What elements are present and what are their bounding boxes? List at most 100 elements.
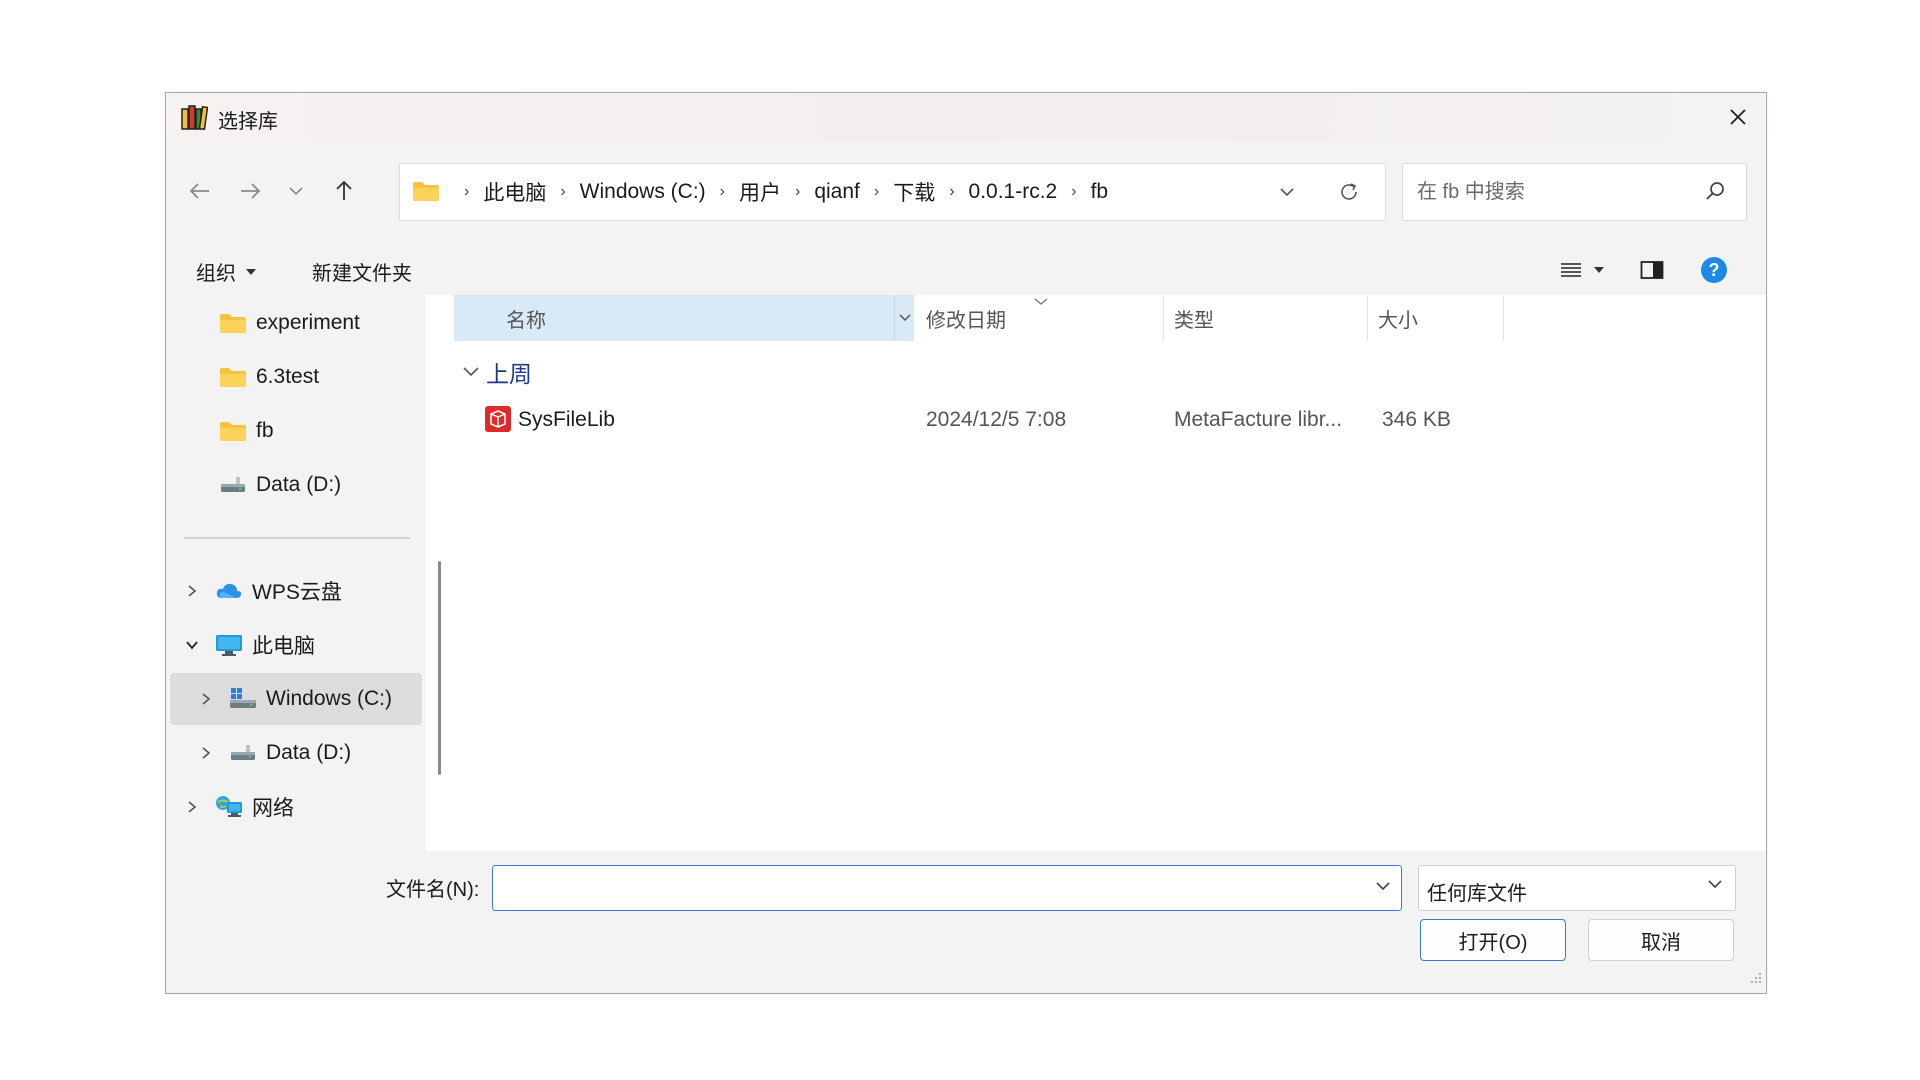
quick-item-6.3test[interactable]: 6.3test bbox=[218, 351, 319, 403]
quick-item-experiment[interactable]: experiment bbox=[218, 297, 360, 349]
caret-down-icon bbox=[1594, 267, 1604, 273]
preview-pane-button[interactable] bbox=[1636, 255, 1668, 285]
navigation-pane[interactable]: experiment 6.3test fb Data (D:) WPS云盘 此电… bbox=[166, 295, 426, 851]
breadcrumb-users[interactable]: 用户 bbox=[739, 177, 781, 207]
close-button[interactable] bbox=[1710, 93, 1766, 141]
library-file-icon bbox=[484, 405, 512, 433]
view-options-button[interactable] bbox=[1556, 255, 1610, 285]
new-folder-label: 新建文件夹 bbox=[312, 263, 412, 285]
chevron-down-icon bbox=[289, 187, 303, 196]
drive-icon bbox=[218, 472, 248, 498]
chevron-down-icon bbox=[1708, 880, 1722, 889]
navigation-bar: › 此电脑 › Windows (C:) › 用户 › qianf › 下载 ›… bbox=[166, 141, 1766, 245]
file-type-filter-value: 任何库文件 bbox=[1427, 883, 1527, 905]
tree-item-this-pc[interactable]: 此电脑 bbox=[182, 619, 315, 671]
filename-input[interactable] bbox=[493, 866, 1353, 909]
file-type: MetaFacture libr... bbox=[1174, 408, 1343, 431]
cancel-button-label: 取消 bbox=[1641, 931, 1681, 954]
cloud-icon bbox=[214, 578, 244, 604]
caret-down-icon bbox=[246, 268, 256, 275]
column-header-size[interactable]: 大小 bbox=[1368, 295, 1504, 341]
filename-combobox[interactable] bbox=[492, 865, 1402, 911]
breadcrumb-qianf[interactable]: qianf bbox=[814, 180, 860, 204]
file-row[interactable]: SysFileLib 2024/12/5 7:08 MetaFacture li… bbox=[454, 397, 1504, 441]
tree-item-network[interactable]: 网络 bbox=[182, 781, 294, 833]
group-header[interactable]: 上周 bbox=[462, 357, 532, 387]
file-list[interactable]: 名称 修改日期 类型 大小 上周 SysFileLib 2024/12/5 7:… bbox=[454, 295, 1766, 851]
up-button[interactable] bbox=[324, 171, 364, 211]
chevron-right-icon: › bbox=[873, 183, 880, 200]
chevron-right-icon[interactable] bbox=[196, 689, 216, 709]
tree-item-wps-cloud[interactable]: WPS云盘 bbox=[182, 565, 342, 617]
chevron-right-icon[interactable] bbox=[182, 581, 202, 601]
sort-indicator-icon bbox=[1034, 293, 1048, 311]
nav-scrollbar[interactable] bbox=[438, 561, 441, 775]
search-input[interactable] bbox=[1403, 164, 1693, 220]
column-header-name[interactable]: 名称 bbox=[454, 295, 914, 341]
column-name-label: 名称 bbox=[506, 309, 546, 332]
select-library-dialog: 选择库 › 此电脑 › Windows (C:) › 用户 › qianf › … bbox=[165, 92, 1767, 994]
recent-locations-button[interactable] bbox=[276, 171, 316, 211]
title-bar: 选择库 bbox=[166, 93, 1766, 141]
search-box[interactable] bbox=[1402, 163, 1747, 221]
network-icon bbox=[214, 794, 244, 820]
help-button[interactable]: ? bbox=[1698, 255, 1730, 285]
quick-item-label: Data (D:) bbox=[256, 473, 342, 496]
tree-item-label: Data (D:) bbox=[266, 741, 352, 764]
drive-icon bbox=[228, 740, 258, 766]
quick-item-label: 6.3test bbox=[256, 365, 320, 388]
chevron-right-icon[interactable] bbox=[182, 797, 202, 817]
chevron-right-icon: › bbox=[795, 183, 801, 200]
new-folder-button[interactable]: 新建文件夹 bbox=[312, 257, 412, 286]
help-icon: ? bbox=[1701, 257, 1727, 283]
column-date-label: 修改日期 bbox=[926, 309, 1006, 332]
column-header-type[interactable]: 类型 bbox=[1164, 295, 1368, 341]
tree-item-label: 网络 bbox=[252, 797, 294, 820]
chevron-down-icon bbox=[898, 314, 911, 322]
tree-item-label: Windows (C:) bbox=[266, 687, 393, 710]
organize-label: 组织 bbox=[196, 263, 236, 285]
dialog-footer: 文件名(N): 任何库文件 打开(O) 取消 bbox=[166, 851, 1766, 993]
breadcrumb-version[interactable]: 0.0.1-rc.2 bbox=[969, 180, 1058, 204]
quick-item-label: experiment bbox=[256, 311, 360, 334]
breadcrumb-this-pc[interactable]: 此电脑 bbox=[483, 177, 546, 207]
window-title: 选择库 bbox=[218, 111, 278, 133]
column-name-dropdown[interactable] bbox=[894, 295, 914, 341]
chevron-down-icon bbox=[1280, 188, 1294, 197]
file-type-filter-select[interactable]: 任何库文件 bbox=[1418, 865, 1736, 911]
open-button-label: 打开(O) bbox=[1458, 931, 1528, 954]
chevron-right-icon[interactable] bbox=[196, 743, 216, 763]
breadcrumb-windows-c[interactable]: Windows (C:) bbox=[580, 180, 706, 204]
address-history-button[interactable] bbox=[1275, 180, 1299, 204]
breadcrumb-fb[interactable]: fb bbox=[1091, 180, 1109, 204]
arrow-up-icon bbox=[336, 180, 352, 200]
filename-label: 文件名(N): bbox=[386, 879, 480, 901]
chevron-right-icon: › bbox=[949, 183, 955, 200]
search-icon[interactable] bbox=[1704, 180, 1726, 207]
nav-divider bbox=[184, 537, 410, 539]
chevron-down-icon bbox=[1376, 882, 1390, 891]
quick-item-fb[interactable]: fb bbox=[218, 405, 274, 457]
open-button[interactable]: 打开(O) bbox=[1420, 919, 1566, 961]
cancel-button[interactable]: 取消 bbox=[1588, 919, 1734, 961]
folder-icon bbox=[218, 418, 248, 444]
chevron-down-icon[interactable] bbox=[182, 635, 202, 655]
arrow-right-icon bbox=[241, 183, 261, 199]
resize-grip-icon[interactable] bbox=[1750, 971, 1762, 989]
folder-icon bbox=[218, 310, 248, 336]
preview-pane-icon bbox=[1640, 261, 1664, 279]
folder-icon bbox=[412, 180, 440, 207]
back-button[interactable] bbox=[180, 171, 220, 211]
quick-item-data-d[interactable]: Data (D:) bbox=[218, 459, 341, 511]
tree-item-label: WPS云盘 bbox=[252, 581, 342, 604]
tree-item-windows-c[interactable]: Windows (C:) bbox=[170, 673, 422, 725]
tree-item-data-d[interactable]: Data (D:) bbox=[196, 727, 351, 779]
chevron-right-icon: › bbox=[560, 183, 566, 200]
refresh-button[interactable] bbox=[1335, 178, 1363, 206]
address-bar[interactable]: › 此电脑 › Windows (C:) › 用户 › qianf › 下载 ›… bbox=[399, 163, 1386, 221]
filename-dropdown-button[interactable] bbox=[1375, 878, 1391, 896]
organize-menu[interactable]: 组织 bbox=[196, 257, 258, 286]
breadcrumb-downloads[interactable]: 下载 bbox=[893, 177, 935, 207]
dialog-body: experiment 6.3test fb Data (D:) WPS云盘 此电… bbox=[166, 295, 1766, 851]
forward-button[interactable] bbox=[230, 171, 270, 211]
